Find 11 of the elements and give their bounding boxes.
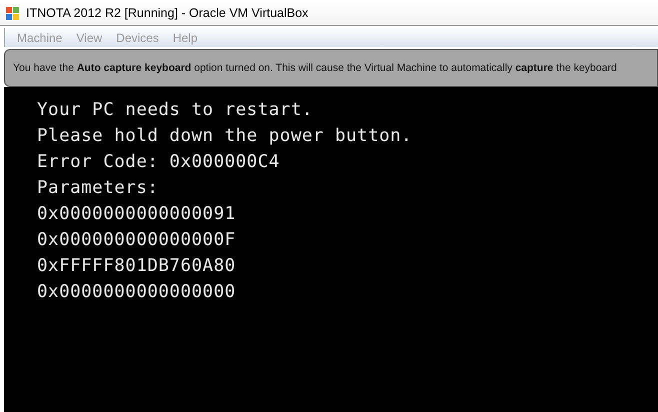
screen-text-line: Please hold down the power button.	[37, 125, 414, 148]
screen-text-line: Error Code: 0x000000C4	[37, 151, 281, 174]
screen-text-line: 0x0000000000000091	[37, 203, 237, 226]
screen-text-line: Your PC needs to restart.	[37, 99, 314, 122]
screen-text-line: 0x0000000000000000	[37, 281, 237, 304]
screen-text-line: Parameters:	[37, 177, 160, 200]
screen-text-line: 0xFFFFF801DB760A80	[37, 255, 237, 278]
app-icon	[5, 4, 21, 20]
screen-text-line: 0x000000000000000F	[37, 229, 237, 252]
notification-text: You have the Auto capture keyboard option turned on. This will cause the Virtual Machine to automatically capture the keyboard	[13, 62, 617, 74]
window-title: ITNOTA 2012 R2 [Running] - Oracle VM VirtualBox	[26, 6, 308, 20]
